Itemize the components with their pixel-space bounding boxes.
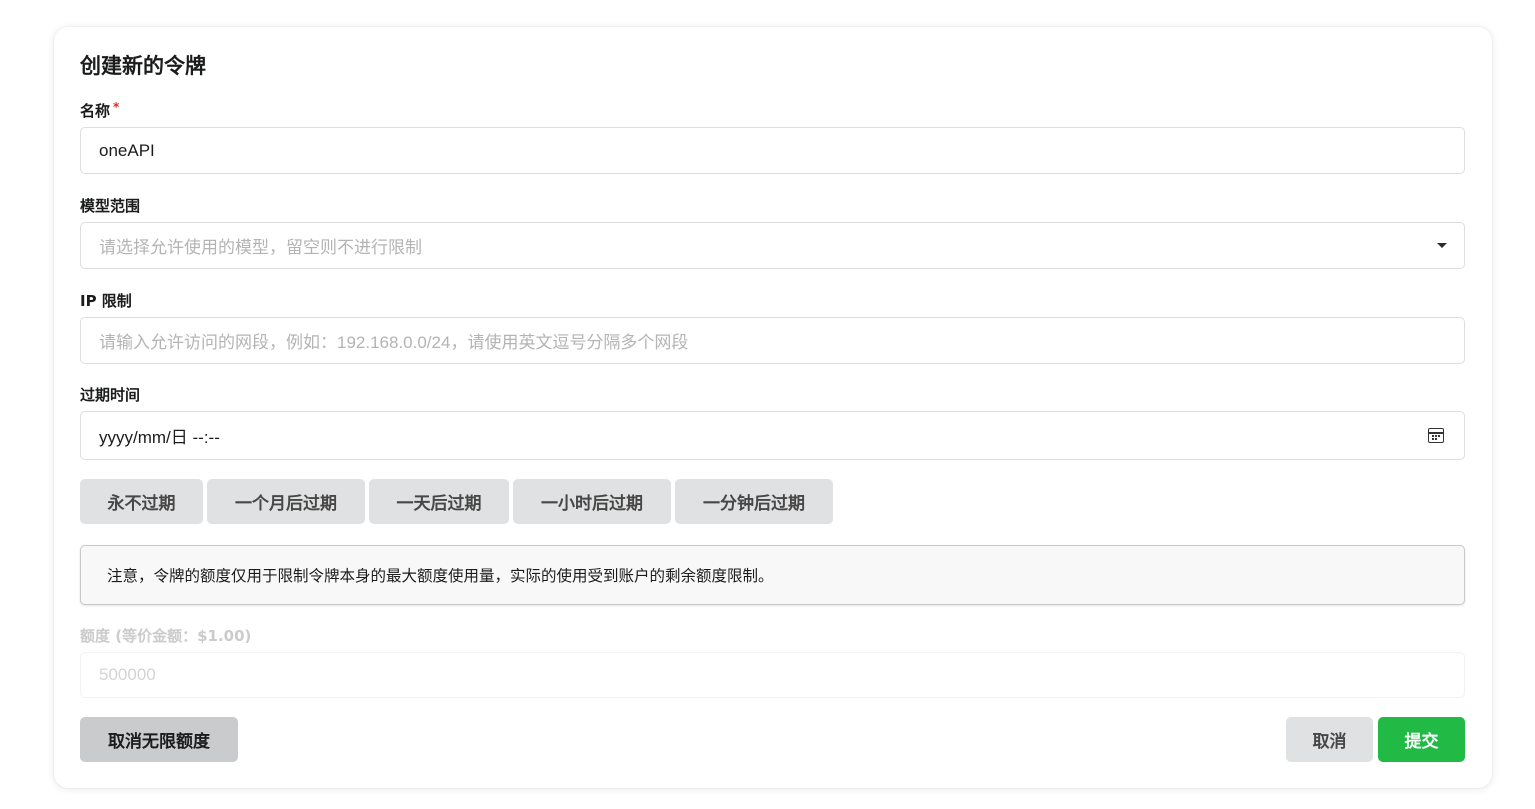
name-label-text: 名称 [80,102,111,120]
expire-one-hour-button[interactable]: 一小时后过期 [513,479,671,524]
quota-label: 额度 (等价金额：$1.00) [80,627,252,645]
create-token-card: 创建新的令牌 名称 * oneAPI 模型范围 请选择允许使用的模型，留空则不进行… [54,27,1492,788]
never-expire-button[interactable]: 永不过期 [80,479,203,524]
expire-one-minute-button[interactable]: 一分钟后过期 [675,479,833,524]
name-input[interactable]: oneAPI [80,127,1465,174]
cancel-unlimited-quota-button[interactable]: 取消无限额度 [80,717,238,762]
name-input-value: oneAPI [99,140,155,160]
expire-datetime-input[interactable]: yyyy/mm/日 --:-- [80,411,1465,460]
quota-notice-text: 注意，令牌的额度仅用于限制令牌本身的最大额度使用量，实际的使用受到账户的剩余额度… [107,567,774,585]
cancel-button[interactable]: 取消 [1286,717,1373,762]
page-title: 创建新的令牌 [80,54,206,78]
quota-placeholder: 500000 [99,665,156,684]
required-mark: * [113,100,120,114]
ip-placeholder: 请输入允许访问的网段，例如：192.168.0.0/24，请使用英文逗号分隔多个… [99,333,689,352]
quick-expire-buttons: 永不过期 一个月后过期 一天后过期 一小时后过期 一分钟后过期 [80,479,833,524]
ip-label: IP 限制 [80,292,132,310]
expire-label: 过期时间 [80,386,141,404]
calendar-icon[interactable] [1428,428,1444,443]
expire-one-day-button[interactable]: 一天后过期 [369,479,509,524]
quota-input: 500000 [80,652,1465,698]
name-label: 名称 * [80,100,119,121]
expire-datetime-value: yyyy/mm/日 --:-- [99,428,220,447]
submit-button[interactable]: 提交 [1378,717,1465,762]
expire-one-month-button[interactable]: 一个月后过期 [207,479,365,524]
models-dropdown[interactable]: 请选择允许使用的模型，留空则不进行限制 [80,222,1465,269]
ip-input[interactable]: 请输入允许访问的网段，例如：192.168.0.0/24，请使用英文逗号分隔多个… [80,317,1465,364]
dropdown-caret-icon [1437,243,1447,248]
models-label: 模型范围 [80,197,141,215]
quota-notice: 注意，令牌的额度仅用于限制令牌本身的最大额度使用量，实际的使用受到账户的剩余额度… [80,545,1465,605]
models-placeholder: 请选择允许使用的模型，留空则不进行限制 [99,238,422,257]
